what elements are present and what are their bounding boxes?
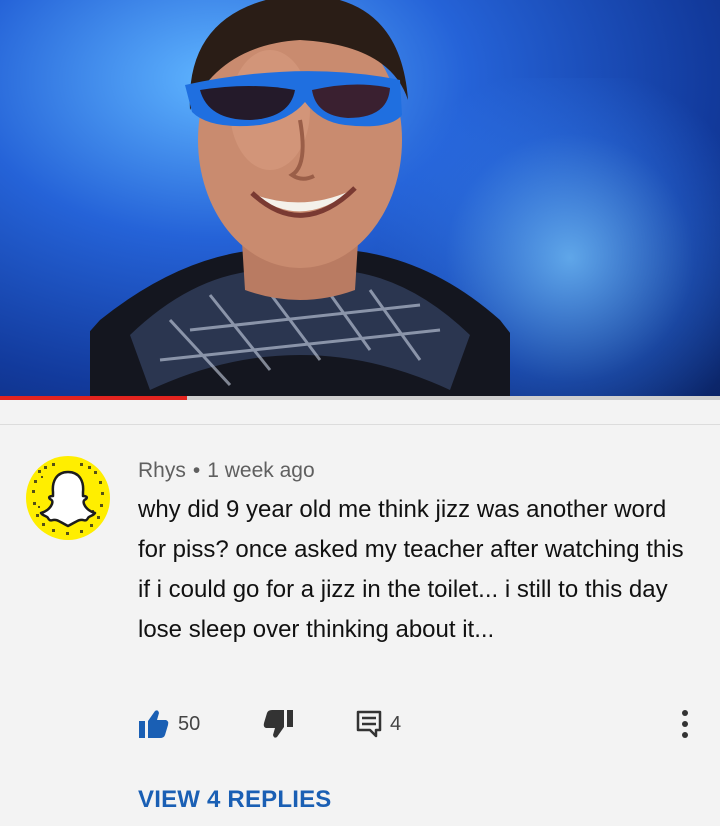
thumbs-down-icon	[263, 710, 293, 738]
reply-count: 4	[390, 712, 402, 735]
more-vertical-icon	[682, 710, 688, 738]
avatar[interactable]	[26, 456, 110, 540]
like-count: 50	[178, 712, 201, 735]
comment-time: 1 week ago	[207, 459, 315, 482]
comment-author[interactable]: Rhys	[138, 459, 186, 482]
reply-button[interactable]: 4	[356, 704, 401, 744]
comment-screen: Rhys • 1 week ago why did 9 year old me th…	[0, 0, 720, 826]
comment-text: why did 9 year old me think jizz was ano…	[138, 496, 684, 643]
comment-actions: 50 4	[138, 704, 698, 744]
comment: Rhys • 1 week ago why did 9 year old me th…	[138, 456, 698, 650]
meta-separator: •	[192, 459, 201, 482]
divider	[0, 424, 720, 425]
video-frame[interactable]	[0, 0, 720, 398]
dislike-button[interactable]	[262, 704, 294, 744]
video-progress-fill	[0, 396, 188, 400]
view-replies-link[interactable]: VIEW 4 REPLIES	[138, 786, 332, 814]
like-button[interactable]: 50	[138, 704, 200, 744]
comment-meta: Rhys • 1 week ago	[138, 456, 698, 486]
thumbs-up-icon	[139, 710, 169, 738]
snapchat-ghost-icon	[32, 463, 104, 535]
more-options-button[interactable]	[670, 706, 700, 742]
video-person-image	[90, 0, 510, 398]
comment-icon	[356, 710, 382, 738]
video-progress-bar[interactable]	[0, 396, 720, 400]
